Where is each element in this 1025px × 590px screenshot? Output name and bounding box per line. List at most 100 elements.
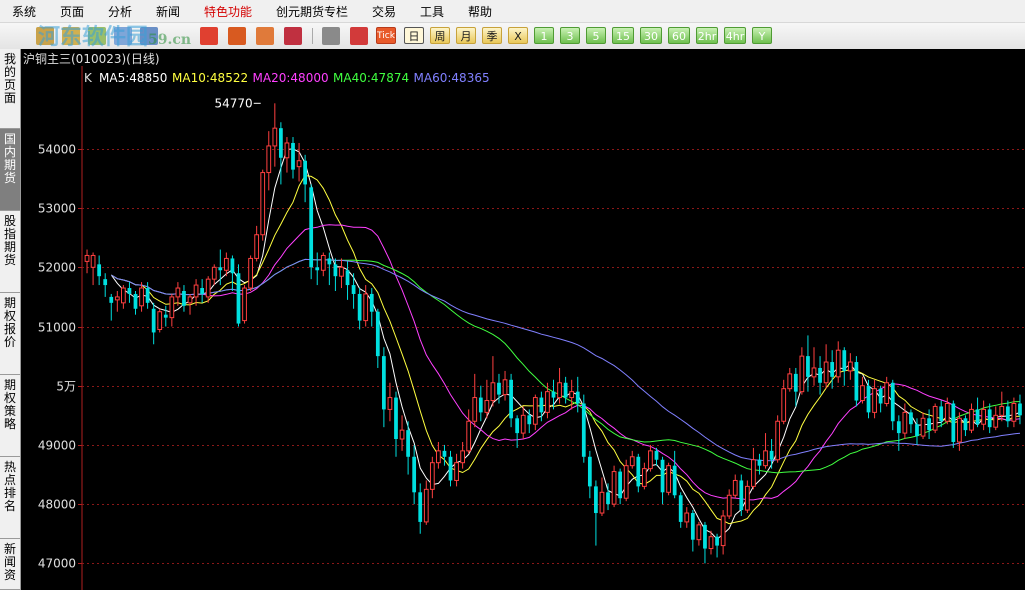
menu-item-4[interactable]: 特色功能 (204, 4, 252, 20)
period-button-5[interactable]: 1 (534, 27, 554, 44)
candle-body-22 (218, 267, 223, 271)
candle-body-103 (708, 536, 714, 550)
period-button-7[interactable]: 5 (586, 27, 606, 44)
candle-body-95 (660, 459, 665, 493)
candle-body-38 (315, 267, 320, 271)
menu-item-6[interactable]: 交易 (372, 4, 396, 20)
candle-body-72 (520, 414, 526, 434)
candle-body-11 (151, 308, 156, 333)
candle-body-148 (981, 408, 987, 425)
candle-body-134 (896, 421, 901, 434)
candlestick-chart[interactable]: 54000 53000 52000 51000 5万 49000 48000 47000 K MA… (21, 66, 1025, 590)
candle-body-56 (423, 488, 429, 523)
period-button-3[interactable]: 季 (482, 27, 502, 44)
candle-body-150 (993, 414, 999, 428)
candle-body-35 (296, 160, 302, 168)
candle-body-68 (497, 382, 501, 395)
period-button-1[interactable]: 周 (430, 27, 450, 44)
sidebar-tab-0[interactable]: 我的页面 (0, 49, 20, 129)
left-sidebar: 我的页面 国内期货 股指期货 期权报价 期权策略 热点排名 新闻资 (0, 49, 21, 590)
candle-body-3 (103, 279, 108, 286)
candle-body-44 (351, 285, 356, 294)
candle-body-24 (230, 258, 235, 274)
sidebar-tab-2[interactable]: 股指期货 (0, 211, 20, 293)
candle-body-121 (818, 367, 822, 383)
chart-titlebar: 沪铜主三(010023)(日线) (21, 49, 1025, 66)
period-button-9[interactable]: 30 (640, 27, 662, 44)
sidebar-tab-1[interactable]: 国内期货 (0, 129, 20, 211)
period-button-0[interactable]: 日 (404, 27, 424, 44)
candle-body-5 (114, 296, 120, 301)
candle-body-17 (187, 296, 193, 304)
candle-body-109 (744, 485, 750, 511)
menu-item-1[interactable]: 页面 (60, 4, 84, 20)
menu-item-0[interactable]: 系统 (12, 4, 36, 20)
candle-body-61 (454, 462, 459, 481)
candle-body-46 (363, 293, 369, 322)
candle-body-153 (1011, 402, 1017, 422)
y-tick-label-2: 52000 (38, 261, 76, 275)
table-icon[interactable] (322, 27, 340, 45)
tick-button[interactable]: Tick (376, 27, 396, 44)
candle-body-0 (84, 254, 90, 262)
k-label: K (84, 71, 93, 85)
candle-body-36 (303, 160, 307, 185)
sidebar-tab-4[interactable]: 期权策略 (0, 375, 20, 457)
candle-body-74 (532, 397, 538, 425)
period-button-11[interactable]: 2hr (696, 27, 718, 44)
candle-body-52 (399, 429, 405, 440)
y-tick-label-6: 48000 (38, 498, 76, 512)
candle-body-16 (182, 290, 186, 306)
candle-body-120 (811, 367, 817, 378)
draw-icon[interactable] (228, 27, 246, 45)
period-button-8[interactable]: 15 (612, 27, 634, 44)
candle-body-58 (436, 450, 441, 464)
candle-body-85 (599, 491, 605, 514)
candle-body-23 (223, 257, 229, 271)
sidebar-tab-3[interactable]: 期权报价 (0, 293, 20, 375)
stop-icon[interactable] (200, 27, 218, 45)
menu-item-3[interactable]: 新闻 (156, 4, 180, 20)
candle-body-63 (466, 420, 472, 452)
candle-body-130 (872, 388, 877, 413)
candle-body-152 (1005, 406, 1010, 422)
candle-body-1 (90, 254, 96, 268)
candle-body-67 (490, 382, 496, 402)
filter-icon[interactable] (284, 27, 302, 45)
period-button-10[interactable]: 60 (668, 27, 690, 44)
sidebar-tab-6[interactable]: 新闻资 (0, 539, 20, 590)
candle-body-135 (902, 411, 908, 434)
menu-item-5[interactable]: 创元期货专栏 (276, 4, 348, 20)
candle-body-29 (260, 172, 266, 236)
candle-body-4 (109, 296, 114, 303)
candle-body-101 (696, 524, 702, 541)
period-button-6[interactable]: 3 (560, 27, 580, 44)
period-button-12[interactable]: 4hr (724, 27, 746, 44)
menu-item-2[interactable]: 分析 (108, 4, 132, 20)
trend-icon[interactable] (350, 27, 368, 45)
indicator-ma-2: MA20:48000 (253, 71, 329, 85)
indicator-ma-1: MA10:48522 (172, 71, 248, 85)
candle-body-15 (175, 287, 181, 298)
candle-body-139 (927, 418, 931, 431)
candle-body-100 (690, 513, 695, 540)
candle-body-87 (611, 471, 617, 505)
candle-body-59 (442, 450, 447, 457)
candle-body-131 (878, 388, 883, 404)
candle-body-37 (309, 187, 314, 268)
candle-body-93 (648, 450, 653, 470)
bell-icon[interactable] (256, 27, 274, 45)
period-button-13[interactable]: Y (752, 27, 772, 44)
sidebar-tab-5[interactable]: 热点排名 (0, 457, 20, 539)
candle-body-48 (375, 311, 380, 357)
candle-body-2 (97, 264, 102, 277)
candle-body-143 (951, 403, 956, 442)
period-button-2[interactable]: 月 (456, 27, 476, 44)
menu-item-7[interactable]: 工具 (420, 4, 444, 20)
candle-body-105 (720, 515, 726, 547)
y-tick-label-3: 51000 (38, 321, 76, 335)
candle-body-113 (769, 450, 774, 460)
menu-item-8[interactable]: 帮助 (468, 4, 492, 20)
period-button-4[interactable]: X (508, 27, 528, 44)
candle-body-28 (254, 234, 260, 259)
